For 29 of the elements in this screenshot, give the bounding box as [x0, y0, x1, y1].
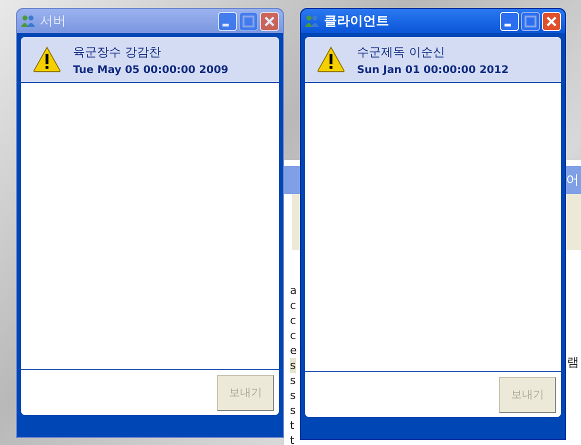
date-text: Tue May 05 00:00:00 2009 [73, 64, 228, 76]
date-text: Sun Jan 01 00:00:00 2012 [357, 64, 509, 76]
list-item[interactable]: a [290, 283, 297, 298]
minimize-button[interactable] [218, 12, 237, 30]
people-icon [305, 14, 319, 28]
warning-icon [33, 46, 61, 73]
window-title: 클라이언트 [324, 13, 390, 30]
list-item[interactable]: s [290, 373, 296, 388]
window-title: 서버 [40, 13, 67, 30]
list-item[interactable]: s [290, 358, 296, 373]
list-item[interactable]: t [290, 433, 294, 445]
list-item[interactable]: c [290, 313, 296, 328]
minimize-button[interactable] [500, 12, 519, 30]
list-item[interactable]: s [290, 403, 296, 418]
list-item[interactable]: c [290, 328, 296, 343]
maximize-button[interactable] [239, 12, 258, 30]
list-item[interactable]: c [290, 298, 296, 313]
list-item[interactable]: s [290, 388, 296, 403]
list-item[interactable]: e [290, 343, 297, 358]
label-text: 램 [567, 354, 579, 371]
warning-icon [317, 46, 345, 73]
list-item[interactable]: t [290, 418, 294, 433]
close-button[interactable] [260, 12, 279, 30]
people-icon [21, 14, 35, 28]
window-title: 어 [566, 172, 579, 189]
user-name: 수군제독 이순신 [357, 44, 446, 60]
maximize-button[interactable] [521, 12, 540, 30]
user-name: 육군장수 강감찬 [73, 44, 162, 60]
close-button[interactable] [542, 12, 561, 30]
